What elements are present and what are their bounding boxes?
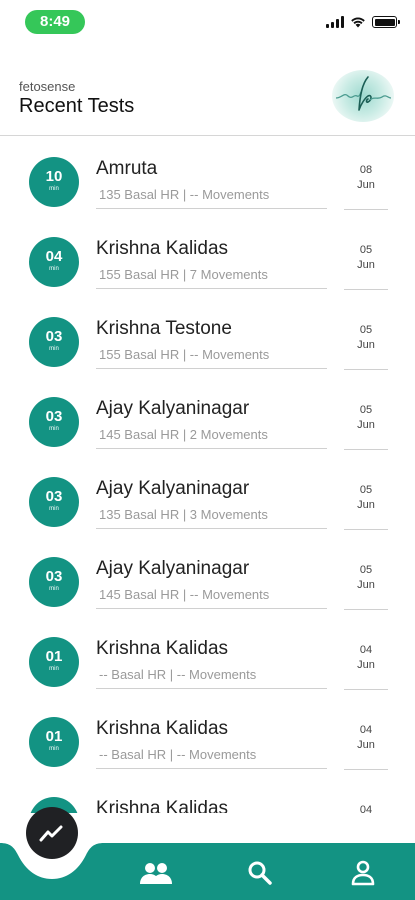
- test-row[interactable]: 03 min Ajay Kalyaninagar 145 Basal HR | …: [0, 537, 415, 617]
- patient-name: Krishna Kalidas: [96, 718, 229, 739]
- duration-unit: min: [49, 346, 59, 352]
- search-icon: [248, 861, 272, 885]
- duration-value: 04: [45, 248, 63, 265]
- duration-unit: min: [49, 586, 59, 592]
- test-row[interactable]: 01 min Krishna Kalidas -- Basal HR | -- …: [0, 697, 415, 777]
- nav-people-button[interactable]: [138, 858, 174, 888]
- person-icon: [351, 860, 375, 886]
- date-month: Jun: [357, 339, 375, 351]
- duration-badge: 03 min: [29, 477, 79, 527]
- date-month: Jun: [357, 419, 375, 431]
- cellular-signal-icon: [326, 16, 344, 28]
- people-icon: [140, 863, 172, 884]
- date-day: 05: [359, 324, 373, 336]
- patient-name: Ajay Kalyaninagar: [96, 398, 250, 419]
- test-row[interactable]: 04 min Krishna Kalidas 155 Basal HR | 7 …: [0, 217, 415, 297]
- duration-value: 03: [45, 408, 63, 425]
- duration-badge: 03 min: [29, 557, 79, 607]
- nav-search-button[interactable]: [242, 858, 278, 888]
- date-day: 04: [359, 804, 373, 813]
- test-date: 04: [344, 803, 388, 813]
- recent-tests-list[interactable]: 10 min Amruta 135 Basal HR | -- Movement…: [0, 137, 415, 813]
- test-details: -- Basal HR | -- Movements: [96, 665, 327, 689]
- test-details: 135 Basal HR | 3 Movements: [96, 505, 327, 529]
- test-details: -- Basal HR | -- Movements: [96, 745, 327, 769]
- trending-up-icon: [39, 825, 63, 842]
- duration-unit: min: [49, 266, 59, 272]
- duration-value: 01: [45, 648, 63, 665]
- test-date: 05 Jun: [344, 243, 388, 290]
- duration-badge: 03 min: [29, 397, 79, 447]
- test-details: 155 Basal HR | -- Movements: [96, 345, 327, 369]
- duration-unit: min: [49, 186, 59, 192]
- patient-name: Krishna Kalidas: [96, 798, 229, 813]
- test-date: 04 Jun: [344, 723, 388, 770]
- patient-name: Ajay Kalyaninagar: [96, 478, 250, 499]
- patient-name: Amruta: [96, 158, 158, 179]
- status-bar: 8:49: [0, 0, 415, 44]
- page-title: Recent Tests: [19, 95, 135, 117]
- duration-value: 01: [45, 728, 63, 745]
- test-details: 145 Basal HR | -- Movements: [96, 585, 327, 609]
- date-month: Jun: [357, 259, 375, 271]
- date-day: 05: [359, 484, 373, 496]
- duration-badge: 10 min: [29, 157, 79, 207]
- test-date: 08 Jun: [344, 163, 388, 210]
- duration-value: 03: [45, 328, 63, 345]
- duration-badge: 04 min: [29, 237, 79, 287]
- test-date: 05 Jun: [344, 403, 388, 450]
- wifi-icon: [351, 17, 365, 28]
- date-day: 05: [359, 404, 373, 416]
- patient-name: Krishna Kalidas: [96, 238, 229, 259]
- duration-unit: min: [49, 746, 59, 752]
- test-row[interactable]: 01 min Krishna Kalidas -- Basal HR | -- …: [0, 617, 415, 697]
- test-details: 145 Basal HR | 2 Movements: [96, 425, 327, 449]
- duration-badge: 03 min: [29, 317, 79, 367]
- brand-name: fetosense: [19, 79, 76, 94]
- test-row[interactable]: 03 min Krishna Testone 155 Basal HR | --…: [0, 297, 415, 377]
- duration-value: 03: [45, 568, 63, 585]
- duration-value: 10: [45, 168, 63, 185]
- patient-name: Krishna Testone: [96, 318, 232, 339]
- duration-badge: 01 min: [29, 717, 79, 767]
- status-time: 8:49: [25, 10, 85, 34]
- test-row[interactable]: 03 min Ajay Kalyaninagar 145 Basal HR | …: [0, 377, 415, 457]
- date-day: 05: [359, 244, 373, 256]
- test-row[interactable]: 10 min Amruta 135 Basal HR | -- Movement…: [0, 137, 415, 217]
- duration-value: 03: [45, 488, 63, 505]
- battery-icon: [372, 16, 400, 28]
- duration-badge: 01 min: [29, 637, 79, 687]
- duration-unit: min: [49, 506, 59, 512]
- date-month: Jun: [357, 179, 375, 191]
- status-icons: [326, 16, 400, 28]
- nav-profile-button[interactable]: [345, 858, 381, 888]
- date-month: Jun: [357, 499, 375, 511]
- header: fetosense Recent Tests: [0, 44, 415, 136]
- test-date: 04 Jun: [344, 643, 388, 690]
- duration-unit: min: [49, 426, 59, 432]
- date-month: Jun: [357, 659, 375, 671]
- date-day: 08: [359, 164, 373, 176]
- test-date: 05 Jun: [344, 563, 388, 610]
- date-day: 04: [359, 644, 373, 656]
- fetosense-logo[interactable]: [332, 70, 394, 122]
- test-details: 155 Basal HR | 7 Movements: [96, 265, 327, 289]
- date-day: 05: [359, 564, 373, 576]
- test-details: 135 Basal HR | -- Movements: [96, 185, 327, 209]
- date-month: Jun: [357, 579, 375, 591]
- date-day: 04: [359, 724, 373, 736]
- test-row[interactable]: 02 min Krishna Kalidas 04: [0, 777, 415, 813]
- test-date: 05 Jun: [344, 323, 388, 370]
- date-month: Jun: [357, 739, 375, 751]
- patient-name: Ajay Kalyaninagar: [96, 558, 250, 579]
- duration-unit: min: [49, 666, 59, 672]
- trends-fab-button[interactable]: [26, 807, 78, 859]
- test-date: 05 Jun: [344, 483, 388, 530]
- test-row[interactable]: 03 min Ajay Kalyaninagar 135 Basal HR | …: [0, 457, 415, 537]
- patient-name: Krishna Kalidas: [96, 638, 229, 659]
